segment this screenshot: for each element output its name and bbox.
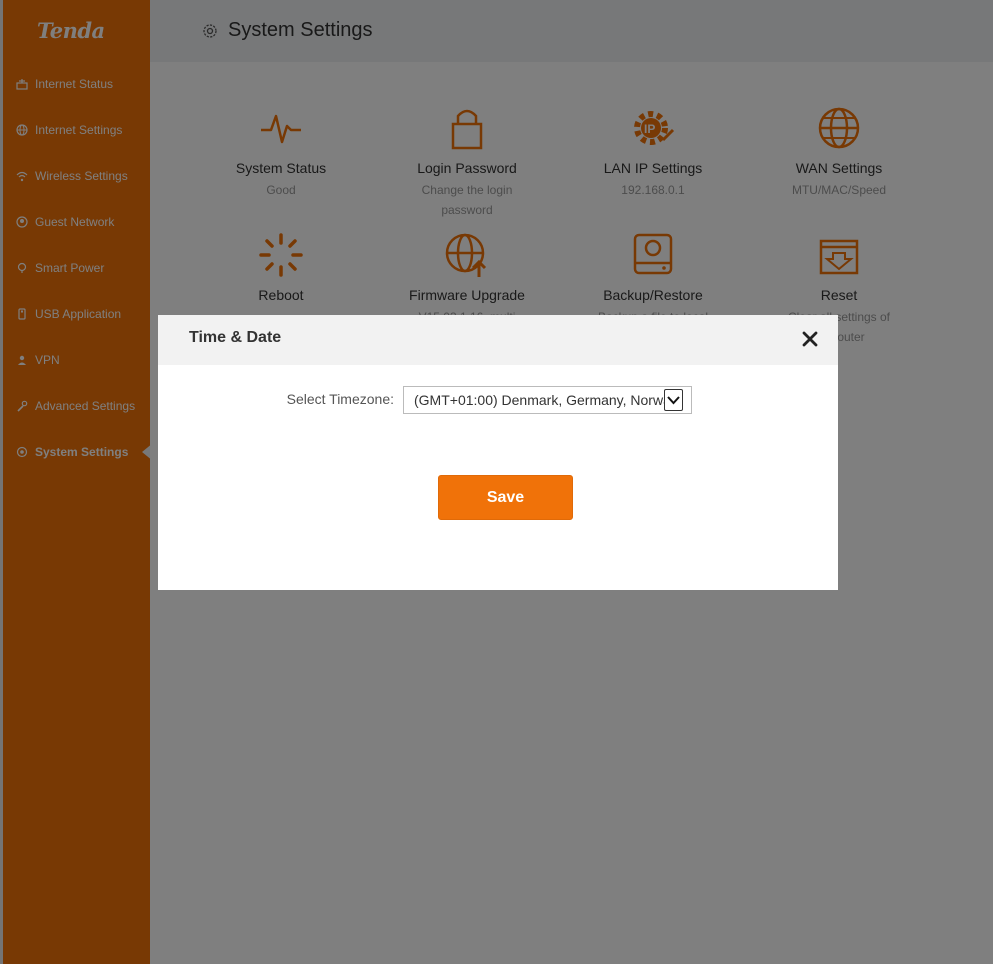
- modal-title: Time & Date: [189, 329, 282, 346]
- timezone-label: Select Timezone:: [286, 391, 394, 407]
- chevron-down-icon[interactable]: [664, 389, 683, 411]
- save-button[interactable]: Save: [438, 475, 573, 520]
- modal-header: Time & Date: [158, 315, 838, 365]
- timezone-select-value: (GMT+01:00) Denmark, Germany, Norway: [414, 392, 664, 408]
- timezone-select[interactable]: (GMT+01:00) Denmark, Germany, Norway: [403, 386, 692, 414]
- close-icon[interactable]: [800, 329, 820, 349]
- time-date-modal: Time & Date Select Timezone: (GMT+01:00)…: [158, 315, 838, 590]
